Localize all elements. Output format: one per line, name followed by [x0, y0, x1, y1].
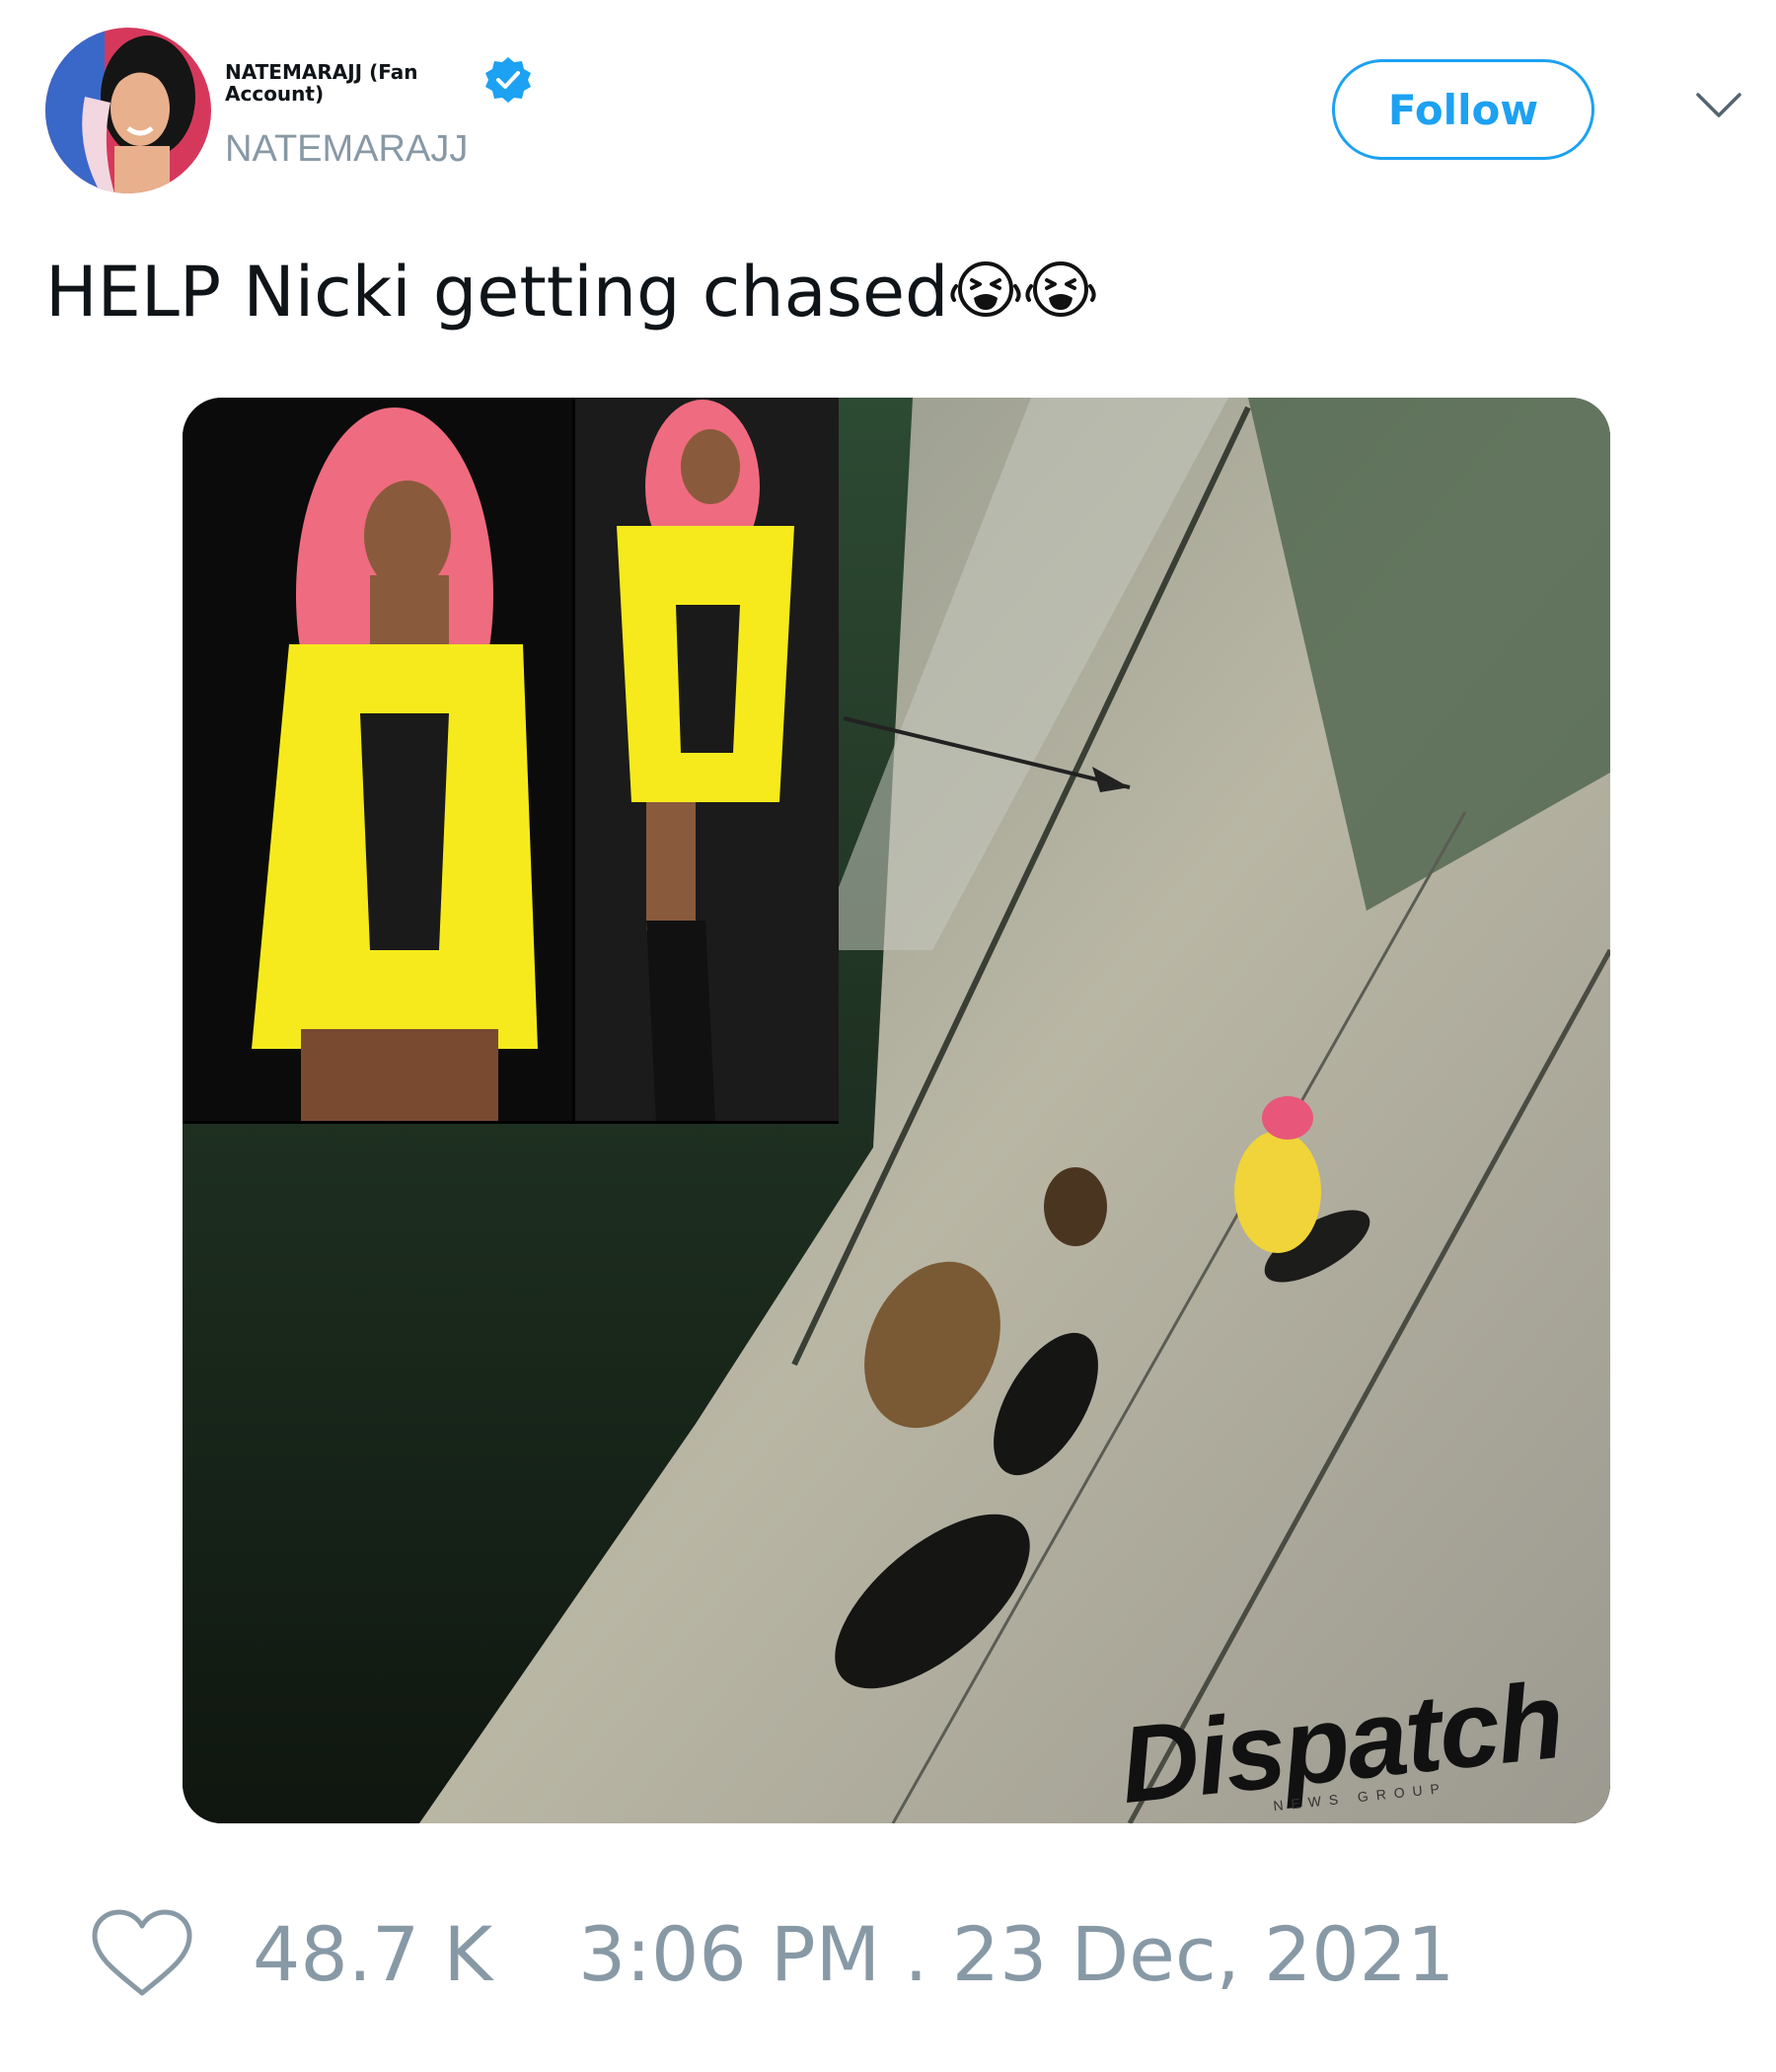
author-avatar[interactable]	[45, 28, 211, 193]
loudly-crying-face-icon	[1023, 257, 1098, 322]
tweet-text: HELP Nicki getting chased	[45, 252, 1098, 333]
tweet-timestamp[interactable]: 3:06 PM . 23 Dec, 2021	[578, 1910, 1454, 1998]
tweet-body: HELP Nicki getting chased	[45, 252, 949, 333]
like-heart-icon[interactable]	[89, 1906, 195, 2001]
verified-badge-icon	[483, 55, 533, 105]
tweet-media-image[interactable]: Dispatch NEWS GROUP	[183, 398, 1610, 1823]
chevron-down-icon[interactable]	[1695, 91, 1742, 120]
like-count[interactable]: 48.7 K	[253, 1910, 492, 1998]
author-handle[interactable]: NATEMARAJJ	[225, 128, 468, 171]
author-display-name[interactable]: NATEMARAJJ (Fan Account)	[225, 61, 462, 105]
follow-button[interactable]: Follow	[1332, 59, 1594, 160]
loudly-crying-face-icon	[948, 257, 1023, 322]
